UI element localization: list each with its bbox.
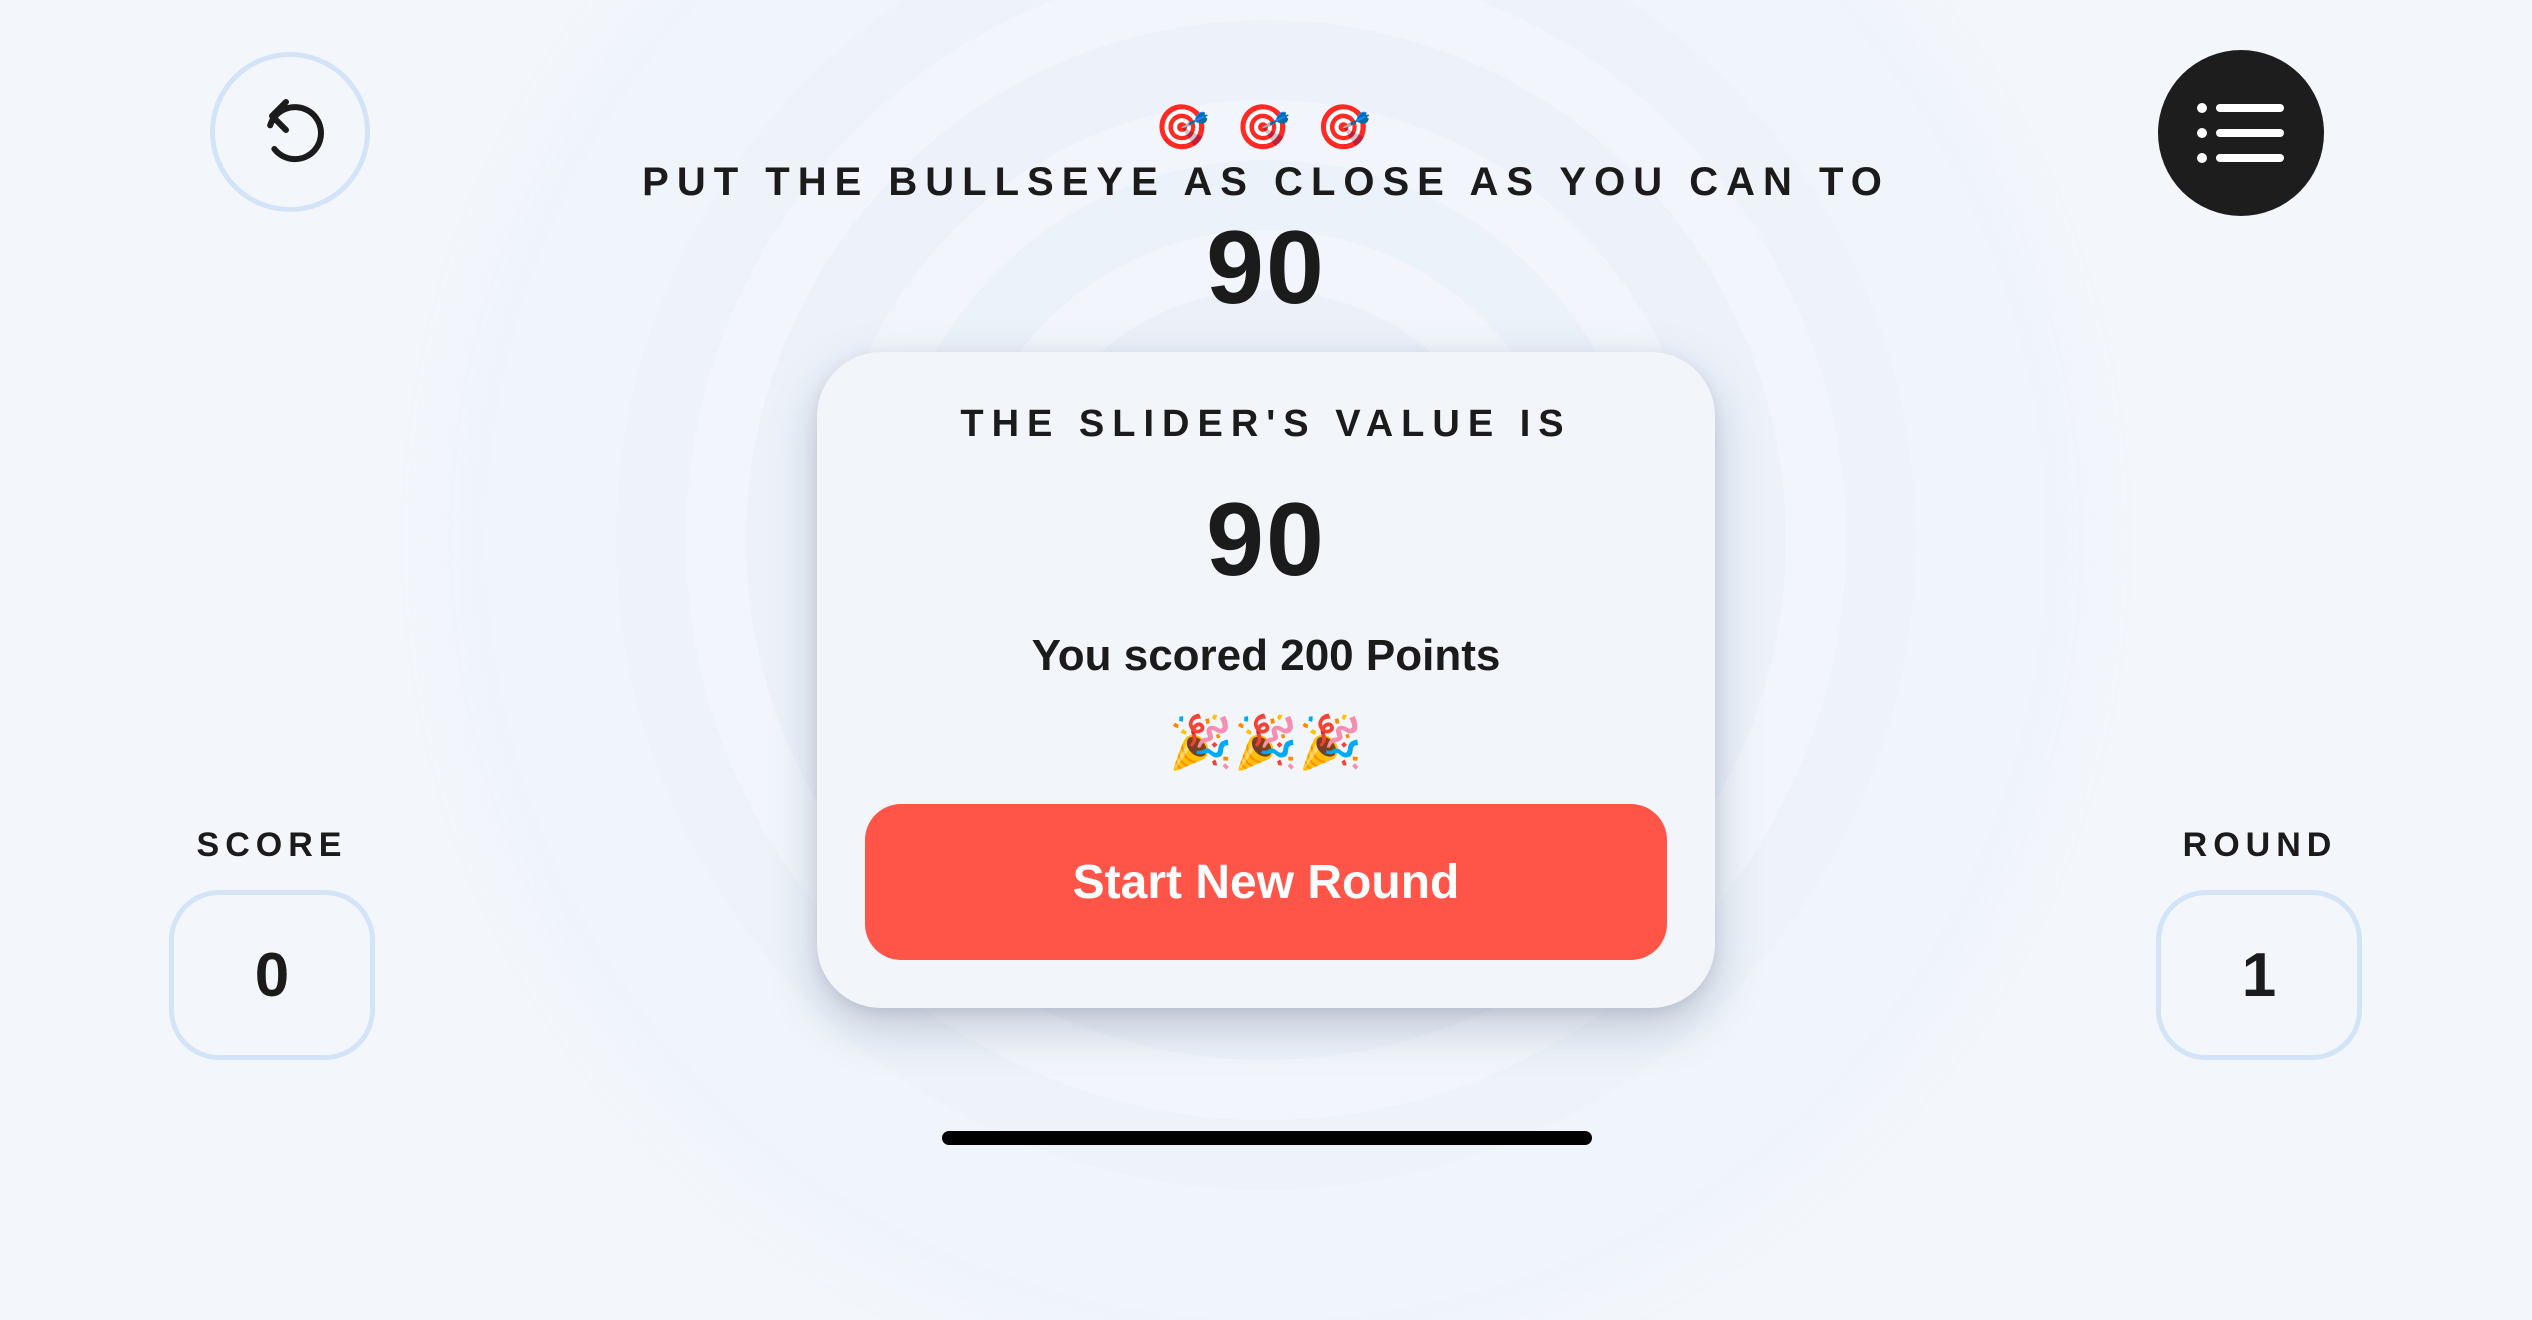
round-label: ROUND [2182,826,2338,864]
score-label: SCORE [196,826,348,864]
result-card: THE SLIDER'S VALUE IS 90 You scored 200 … [817,352,1715,1008]
celebration-emojis: 🎉🎉🎉 [1168,713,1364,773]
score-message: You scored 200 Points [1031,631,1501,680]
round-value: 1 [2241,940,2277,1010]
score-value: 0 [254,940,290,1010]
home-indicator[interactable] [942,1131,1592,1145]
target-emojis: 🎯 🎯 🎯 [1154,102,1378,153]
slider-value: 90 [1206,482,1326,598]
slider-value-label: THE SLIDER'S VALUE IS [960,403,1572,445]
instruction-text: PUT THE BULLSEYE AS CLOSE AS YOU CAN TO [642,160,1890,204]
target-value: 90 [1206,210,1326,326]
round-value-box: 1 [2156,890,2362,1060]
score-value-box: 0 [169,890,375,1060]
start-new-round-button[interactable]: Start New Round [865,804,1667,960]
